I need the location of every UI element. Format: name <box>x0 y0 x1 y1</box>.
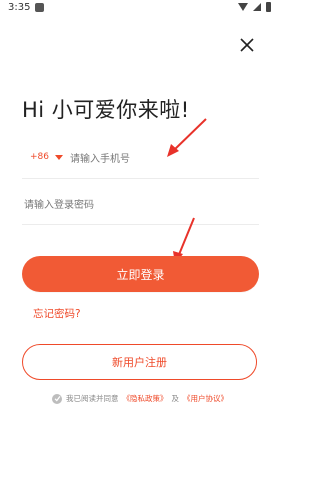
country-code-selector[interactable]: +86 <box>30 152 63 162</box>
status-bar: 3:35 <box>0 0 281 16</box>
close-icon <box>240 38 254 52</box>
battery-icon <box>266 2 271 12</box>
wifi-icon <box>238 3 248 11</box>
agreement-prefix: 我已阅读并同意 <box>66 394 119 403</box>
phone-input[interactable] <box>68 148 252 170</box>
check-icon <box>54 396 60 402</box>
country-code-label: +86 <box>30 152 49 162</box>
agreement-checkbox[interactable] <box>52 393 62 404</box>
signal-icon <box>253 3 261 11</box>
login-button[interactable]: 立即登录 <box>22 256 259 292</box>
status-time: 3:35 <box>8 2 31 13</box>
phone-field: +86 <box>22 140 259 179</box>
password-field <box>22 188 259 225</box>
register-button[interactable]: 新用户注册 <box>22 344 257 380</box>
caret-down-icon <box>55 154 63 160</box>
agreement-row: 我已阅读并同意 《隐私政策》 及 《用户协议》 <box>52 393 228 404</box>
forgot-password-link[interactable]: 忘记密码? <box>33 306 81 321</box>
user-agreement-link[interactable]: 《用户协议》 <box>183 393 228 404</box>
privacy-policy-link[interactable]: 《隐私政策》 <box>123 393 168 404</box>
password-input[interactable] <box>22 194 256 216</box>
agreement-and: 及 <box>171 394 180 403</box>
annotation-arrow-icon <box>167 118 207 157</box>
close-button[interactable] <box>236 34 258 56</box>
status-icons <box>238 2 271 12</box>
settings-status-icon <box>35 3 44 12</box>
